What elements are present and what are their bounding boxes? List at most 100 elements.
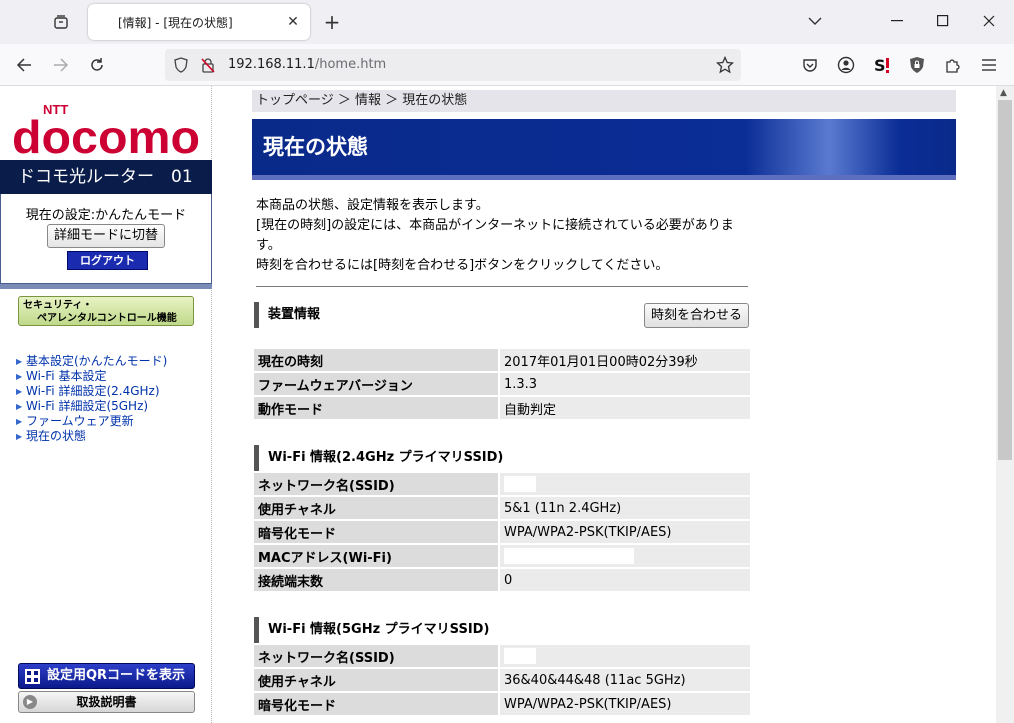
sidebar-item-wifi-detail-5[interactable]: ▶ Wi-Fi 詳細設定(5GHz) [16, 399, 167, 414]
table-row: ネットワーク名(SSID) [254, 645, 750, 667]
row-value: 36&40&44&48 (11ac 5GHz) [500, 669, 750, 691]
qr-button-label: 設定用QRコードを表示 [47, 668, 186, 683]
menu-label: Wi-Fi 詳細設定(5GHz) [26, 399, 149, 413]
row-value: 5&1 (11n 2.4GHz) [500, 497, 750, 519]
browser-nav-bar: 192.168.11.1/home.htm S [0, 44, 1014, 86]
logo-docomo: docomo [12, 111, 200, 162]
desc-line-1: 本商品の状態、設定情報を表示します。 [256, 198, 489, 213]
logout-button[interactable]: ログアウト [67, 251, 148, 270]
close-tab-icon[interactable]: ✕ [284, 13, 302, 31]
insecure-lock-icon[interactable] [196, 53, 220, 77]
url-text: 192.168.11.1/home.htm [228, 57, 386, 72]
row-value: 1.3.3 [500, 373, 750, 395]
privacy-shield-icon[interactable] [905, 53, 929, 77]
title-underline [252, 175, 956, 180]
wifi-5ghz-table: ネットワーク名(SSID) 使用チャネル 36&40&44&48 (11ac 5G… [254, 643, 750, 717]
maximize-icon[interactable] [928, 8, 958, 34]
chevron-down-icon[interactable] [800, 8, 830, 34]
sidebar-divider [0, 284, 212, 289]
account-icon[interactable] [834, 53, 858, 77]
extension-s-icon[interactable]: S [870, 53, 894, 77]
table-row: 使用チャネル 36&40&44&48 (11ac 5GHz) [254, 669, 750, 691]
new-tab-button[interactable]: + [320, 10, 344, 34]
bookmark-star-icon[interactable] [713, 53, 737, 77]
desc-line-4: 時刻を合わせるには[時刻を合わせる]ボタンをクリックしてください。 [256, 258, 669, 273]
triangle-bullet-icon: ▶ [16, 372, 23, 381]
row-value [500, 545, 750, 567]
sidebar-item-firmware-update[interactable]: ▶ ファームウェア更新 [16, 414, 167, 429]
row-value: 2017年01月01日00時02分39秒 [500, 349, 750, 371]
desc-line-3: す。 [256, 238, 281, 253]
url-path: /home.htm [314, 57, 387, 72]
sync-time-button[interactable]: 時刻を合わせる [644, 303, 749, 328]
row-value: 0 [500, 569, 750, 591]
triangle-bullet-icon: ▶ [16, 432, 23, 441]
scrollbar-thumb[interactable] [998, 100, 1012, 460]
extensions-puzzle-icon[interactable] [941, 53, 965, 77]
show-qr-code-button[interactable]: 設定用QRコードを表示 [18, 663, 195, 689]
sidebar-item-current-status[interactable]: ▶ 現在の状態 [16, 429, 167, 444]
back-icon[interactable] [12, 53, 36, 77]
security-button-line1: セキュリティ・ [23, 300, 93, 311]
shield-icon[interactable] [169, 53, 193, 77]
sidebar-item-basic-settings[interactable]: ▶ 基本設定(かんたんモード) [16, 354, 167, 369]
sidebar-item-wifi-detail-24[interactable]: ▶ Wi-Fi 詳細設定(2.4GHz) [16, 384, 167, 399]
table-row: ファームウェアバージョン 1.3.3 [254, 373, 750, 395]
tab-title: [情報] - [現在の状態] [118, 15, 233, 30]
forward-icon[interactable] [49, 53, 73, 77]
sidebar: NTT docomo ドコモ光ルーター 01 現在の設定:かんたんモード 詳細モ… [0, 86, 212, 723]
row-value [500, 473, 750, 495]
row-value: 自動判定 [500, 397, 750, 419]
divider [256, 286, 748, 287]
row-key: 使用チャネル [254, 497, 500, 519]
sidebar-item-wifi-basic[interactable]: ▶ Wi-Fi 基本設定 [16, 369, 167, 384]
breadcrumb: トップページ ＞ 情報 ＞ 現在の状態 [252, 90, 956, 112]
browser-tab-bar: [情報] - [現在の状態] ✕ + [0, 0, 1014, 44]
triangle-bullet-icon: ▶ [16, 402, 23, 411]
browser-tab-active[interactable]: [情報] - [現在の状態] ✕ [88, 4, 310, 40]
device-info-heading: 装置情報 [254, 302, 320, 328]
page-title: 現在の状態 [252, 119, 956, 175]
row-value: WPA/WPA2-PSK(TKIP/AES) [500, 521, 750, 543]
url-host: 192.168.11.1 [228, 57, 315, 72]
qr-code-icon [25, 669, 40, 684]
row-key: 現在の時刻 [254, 349, 500, 371]
wifi-24ghz-heading: Wi-Fi 情報(2.4GHz プライマリSSID) [254, 445, 503, 471]
menu-label: Wi-Fi 基本設定 [26, 369, 107, 383]
table-row: 現在の時刻 2017年01月01日00時02分39秒 [254, 349, 750, 371]
vertical-scrollbar[interactable]: ▲ [996, 86, 1014, 723]
main-content: トップページ ＞ 情報 ＞ 現在の状態 現在の状態 本商品の状態、設定情報を表示… [252, 86, 956, 723]
row-key: 暗号化モード [254, 693, 500, 715]
close-window-icon[interactable] [974, 8, 1004, 34]
table-row: 暗号化モード WPA/WPA2-PSK(TKIP/AES) [254, 693, 750, 715]
security-parental-control-button[interactable]: セキュリティ・ ペアレンタルコントロール機能 [18, 296, 194, 326]
row-key: ネットワーク名(SSID) [254, 473, 500, 495]
table-row: 使用チャネル 5&1 (11n 2.4GHz) [254, 497, 750, 519]
manual-button[interactable]: ▶ 取扱説明書 [18, 691, 195, 713]
url-bar[interactable]: 192.168.11.1/home.htm [165, 49, 741, 81]
menu-hamburger-icon[interactable] [977, 53, 1001, 77]
row-key: 動作モード [254, 397, 500, 419]
security-button-line2: ペアレンタルコントロール機能 [37, 313, 177, 324]
docomo-logo: NTT docomo [12, 102, 200, 162]
table-row: 暗号化モード WPA/WPA2-PSK(TKIP/AES) [254, 521, 750, 543]
pocket-icon[interactable] [798, 53, 822, 77]
scroll-up-arrow-icon[interactable]: ▲ [1000, 88, 1007, 98]
switch-detail-mode-button[interactable]: 詳細モードに切替 [47, 224, 165, 248]
row-key: ファームウェアバージョン [254, 373, 500, 395]
wifi-5ghz-heading: Wi-Fi 情報(5GHz プライマリSSID) [254, 617, 489, 643]
row-key: ネットワーク名(SSID) [254, 645, 500, 667]
redacted-ssid [504, 476, 536, 492]
tab-list-icon[interactable] [48, 10, 74, 34]
reload-icon[interactable] [85, 53, 109, 77]
redacted-mac [504, 548, 634, 564]
table-row: 接続端末数 0 [254, 569, 750, 591]
minimize-icon[interactable] [882, 8, 912, 34]
table-row: ネットワーク名(SSID) [254, 473, 750, 495]
row-value: WPA/WPA2-PSK(TKIP/AES) [500, 693, 750, 715]
svg-text:S: S [874, 56, 886, 75]
row-key: MACアドレス(Wi-Fi) [254, 545, 500, 567]
page-content: NTT docomo ドコモ光ルーター 01 現在の設定:かんたんモード 詳細モ… [0, 86, 1014, 723]
triangle-bullet-icon: ▶ [16, 387, 23, 396]
menu-label: ファームウェア更新 [26, 414, 134, 428]
